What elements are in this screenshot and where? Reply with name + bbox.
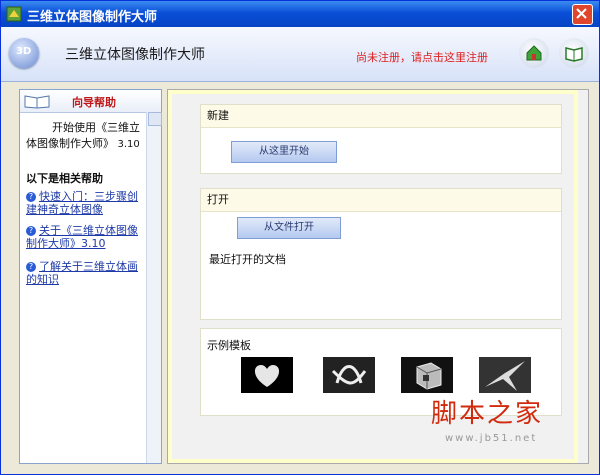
wizard-help-title: 向导帮助: [72, 96, 116, 109]
help-link-label: 了解关于三维立体画的知识: [26, 260, 138, 286]
help-content: 开始使用《三维立体图像制作大师》 3.10 以下是相关帮助 ? 快速入门：三步骤创…: [20, 112, 146, 463]
register-link[interactable]: 尚未注册，请点击这里注册: [356, 49, 488, 65]
related-help-heading: 以下是相关帮助: [26, 172, 103, 185]
question-icon: ?: [26, 192, 36, 202]
logo-text: 3D: [16, 46, 32, 57]
app-icon: [6, 6, 22, 22]
intro-text: 开始使用《三维立体图像制作大师》 3.10: [26, 120, 144, 153]
home-icon: [526, 45, 542, 61]
sample-cube-thumbnail[interactable]: [401, 357, 453, 393]
open-section: 打开 从文件打开 最近打开的文档: [200, 188, 562, 320]
help-link-quickstart[interactable]: ? 快速入门：三步骤创建神奇立体图像: [26, 190, 142, 216]
watermark-url: www.jb51.net: [445, 433, 538, 444]
wizard-help-panel: 向导帮助 开始使用《三维立体图像制作大师》 3.10 以下是相关帮助 ? 快速入门…: [19, 89, 162, 464]
help-link-knowledge[interactable]: ? 了解关于三维立体画的知识: [26, 260, 142, 286]
logo-3d: 3D: [9, 38, 39, 68]
new-section-heading: 新建: [201, 105, 561, 128]
help-link-label: 快速入门：三步骤创建神奇立体图像: [26, 190, 138, 216]
samples-heading: 示例模板: [207, 339, 251, 352]
sidebar-scrollbar[interactable]: [146, 112, 162, 463]
sample-bird-thumbnail[interactable]: [479, 357, 531, 393]
new-section: 新建 从这里开始: [200, 104, 562, 174]
window-title: 三维立体图像制作大师: [27, 10, 158, 25]
close-icon: [576, 8, 587, 19]
book-icon: [565, 47, 583, 62]
help-link-about[interactable]: ? 关于《三维立体图像制作大师》3.10: [26, 224, 142, 250]
header-title: 三维立体图像制作大师: [65, 47, 205, 63]
open-file-button[interactable]: 从文件打开: [237, 217, 341, 239]
help-link-label: 关于《三维立体图像制作大师》3.10: [26, 224, 138, 250]
intro-version: 3.10: [117, 139, 140, 150]
start-here-button[interactable]: 从这里开始: [231, 141, 337, 163]
recent-documents-label: 最近打开的文档: [209, 253, 286, 266]
app-header: 3D 三维立体图像制作大师 尚未注册，请点击这里注册: [1, 27, 599, 82]
open-book-icon: [24, 95, 50, 109]
open-section-heading: 打开: [201, 189, 561, 212]
home-button[interactable]: [519, 38, 549, 68]
help-book-button[interactable]: [559, 38, 589, 68]
close-button[interactable]: [572, 4, 593, 25]
wizard-help-header: 向导帮助: [20, 90, 161, 113]
sample-knot-thumbnail[interactable]: [323, 357, 375, 393]
app-window: 三维立体图像制作大师 3D 三维立体图像制作大师 尚未注册，请点击这里注册 向导…: [0, 0, 600, 475]
question-icon: ?: [26, 226, 36, 236]
scroll-up-button[interactable]: [148, 112, 162, 126]
sample-heart-thumbnail[interactable]: [241, 357, 293, 393]
question-icon: ?: [26, 262, 36, 272]
title-bar[interactable]: 三维立体图像制作大师: [1, 1, 599, 27]
watermark-text: 脚本之家: [431, 399, 544, 429]
